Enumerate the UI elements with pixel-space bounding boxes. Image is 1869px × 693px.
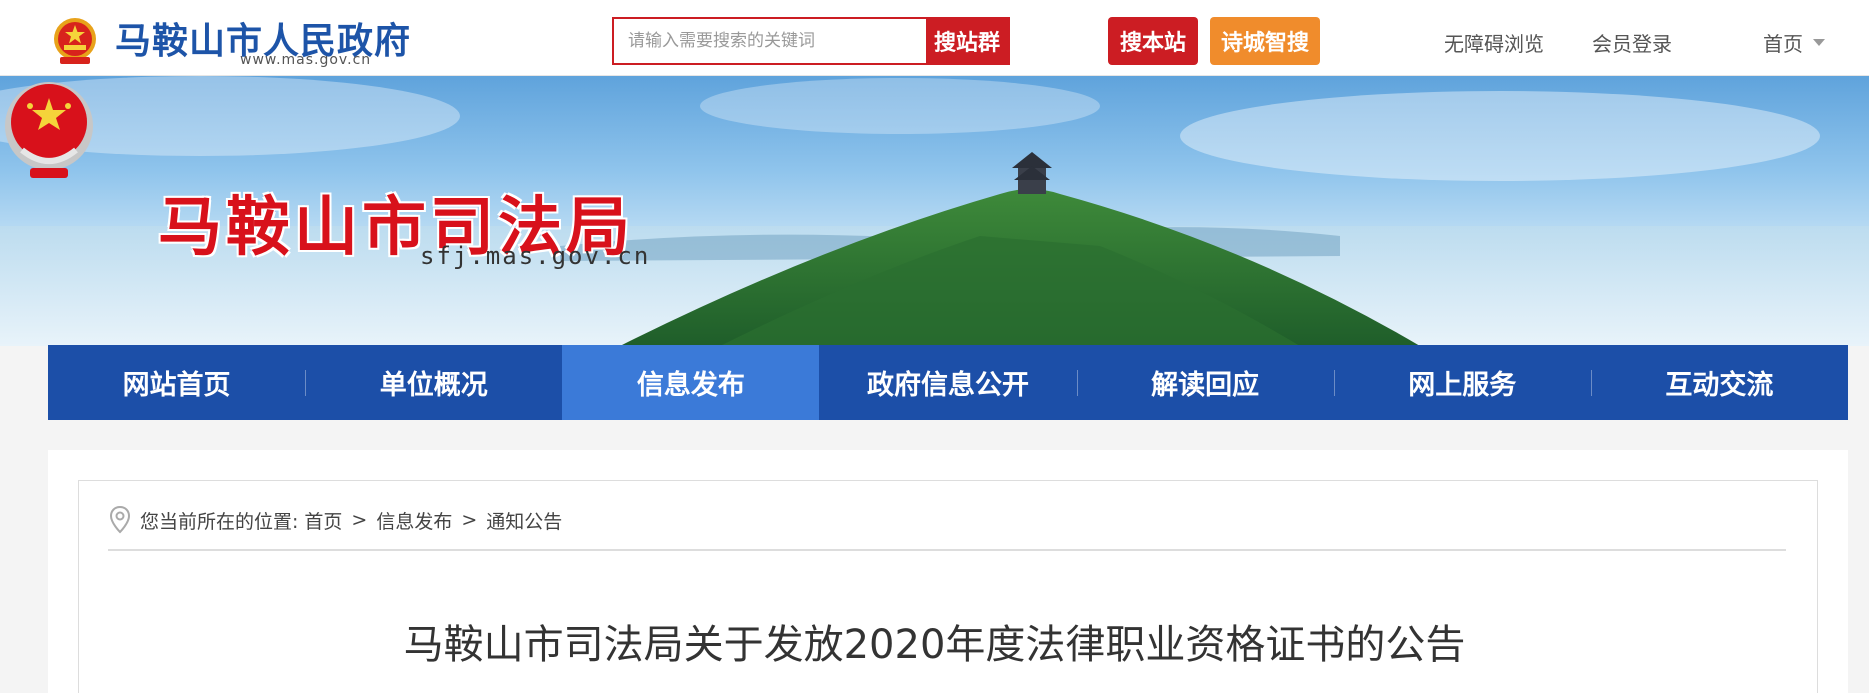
breadcrumb-separator: > bbox=[461, 509, 478, 531]
nav-item-interaction[interactable]: 互动交流 bbox=[1590, 345, 1848, 420]
national-emblem-icon[interactable] bbox=[50, 15, 100, 67]
nav-item-news[interactable]: 信息发布 bbox=[562, 345, 820, 420]
justice-emblem-icon[interactable] bbox=[0, 76, 98, 188]
accessibility-link[interactable]: 无障碍浏览 bbox=[1444, 28, 1544, 57]
search-site-button[interactable]: 搜本站 bbox=[1108, 17, 1198, 65]
nav-item-interpretation[interactable]: 解读回应 bbox=[1076, 345, 1334, 420]
search-box: 搜站群 bbox=[612, 17, 1010, 65]
breadcrumb-separator: > bbox=[351, 509, 368, 531]
nav-item-home[interactable]: 网站首页 bbox=[48, 345, 305, 420]
member-login-link[interactable]: 会员登录 bbox=[1592, 28, 1672, 57]
breadcrumb-prefix: 您当前所在的位置: bbox=[140, 510, 299, 533]
search-input[interactable] bbox=[614, 19, 926, 63]
home-dropdown-label: 首页 bbox=[1763, 32, 1803, 56]
smart-search-button[interactable]: 诗城智搜 bbox=[1210, 17, 1320, 65]
main-nav: 网站首页 单位概况 信息发布 政府信息公开 解读回应 网上服务 互动交流 bbox=[48, 345, 1848, 420]
article-title: 马鞍山市司法局关于发放2020年度法律职业资格证书的公告 bbox=[403, 622, 1466, 668]
search-group-button[interactable]: 搜站群 bbox=[926, 19, 1008, 63]
top-bar: 马鞍山市人民政府 www.mas.gov.cn 搜站群 搜本站 诗城智搜 无障碍… bbox=[0, 0, 1869, 76]
nav-item-gov-info[interactable]: 政府信息公开 bbox=[819, 345, 1076, 420]
home-dropdown[interactable]: 首页 bbox=[1763, 28, 1825, 57]
breadcrumb-divider bbox=[108, 549, 1786, 551]
breadcrumb-news[interactable]: 信息发布 bbox=[376, 507, 452, 534]
nav-item-online-service[interactable]: 网上服务 bbox=[1333, 345, 1591, 420]
nav-item-about[interactable]: 单位概况 bbox=[305, 345, 562, 420]
site-banner: 马鞍山市司法局 sfj.mas.gov.cn bbox=[0, 76, 1869, 346]
breadcrumb-home[interactable]: 首页 bbox=[304, 507, 342, 534]
caret-down-icon bbox=[1813, 39, 1825, 46]
breadcrumb: 您当前所在的位置: 首页 > 信息发布 > 通知公告 bbox=[108, 505, 562, 535]
breadcrumb-notices[interactable]: 通知公告 bbox=[486, 507, 562, 534]
gov-site-url: www.mas.gov.cn bbox=[240, 52, 372, 68]
location-pin-icon bbox=[109, 505, 131, 534]
bureau-url: sfj.mas.gov.cn bbox=[420, 242, 651, 270]
